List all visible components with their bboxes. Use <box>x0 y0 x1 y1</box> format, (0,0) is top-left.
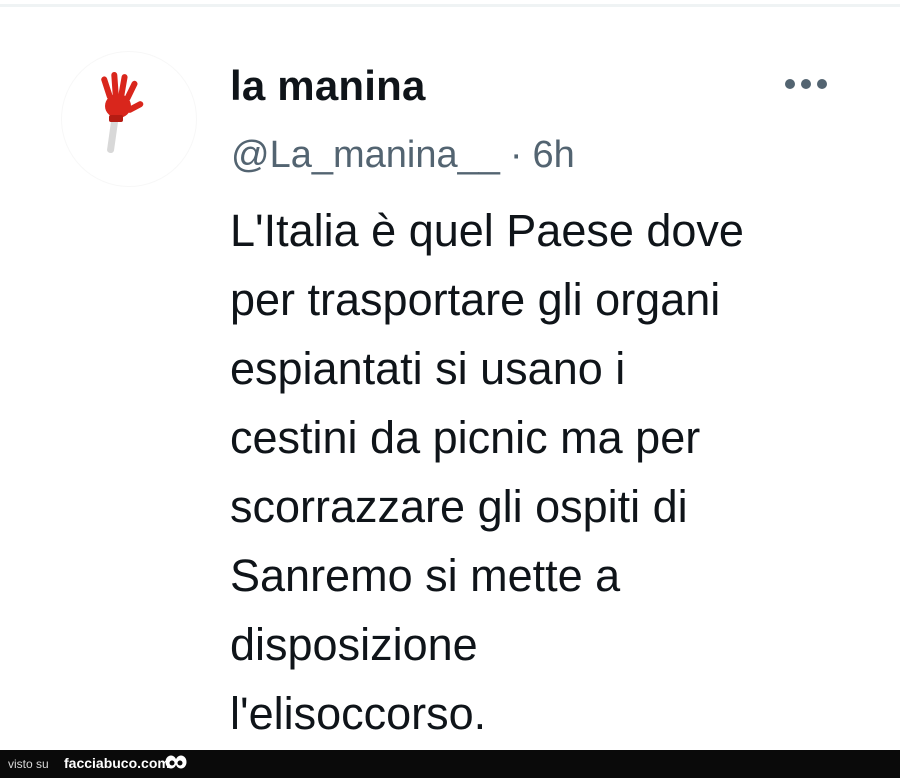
tweet-text-line: disposizione <box>230 619 478 670</box>
tweet-text: L'Italia è quel Paese dove per trasporta… <box>230 196 870 748</box>
tweet-text-line: espiantati si usano i <box>230 343 626 394</box>
watermark-footer: visto su facciabuco.com <box>0 750 900 778</box>
tweet-text-line: per trasportare gli organi <box>230 274 721 325</box>
avatar[interactable] <box>62 52 196 186</box>
visto-label: visto su <box>8 757 49 771</box>
red-hand-clapper-icon <box>101 72 144 154</box>
tweet-text-line: l'elisoccorso. <box>230 688 487 739</box>
display-name[interactable]: la manina <box>230 58 426 114</box>
more-options-button[interactable] <box>780 68 836 100</box>
handle-line: @La_manina__ · 6h <box>231 130 575 180</box>
separator: · <box>509 134 523 176</box>
tweet-text-line: Sanremo si mette a <box>230 550 621 601</box>
tweet-screenshot: la manina @La_manina__ · 6h L'Italia è que… <box>0 0 900 778</box>
handle[interactable]: @La_manina__ <box>231 134 500 176</box>
brand-link[interactable]: facciabuco.com <box>64 755 170 771</box>
tweet-text-line: cestini da picnic ma per <box>230 412 701 463</box>
more-options-icon <box>785 79 827 89</box>
top-divider <box>0 4 900 7</box>
timestamp[interactable]: 6h <box>533 134 575 176</box>
eyes-icon <box>165 755 187 769</box>
tweet-text-line: scorrazzare gli ospiti di <box>230 481 688 532</box>
tweet-text-line: L'Italia è quel Paese dove <box>230 205 744 256</box>
